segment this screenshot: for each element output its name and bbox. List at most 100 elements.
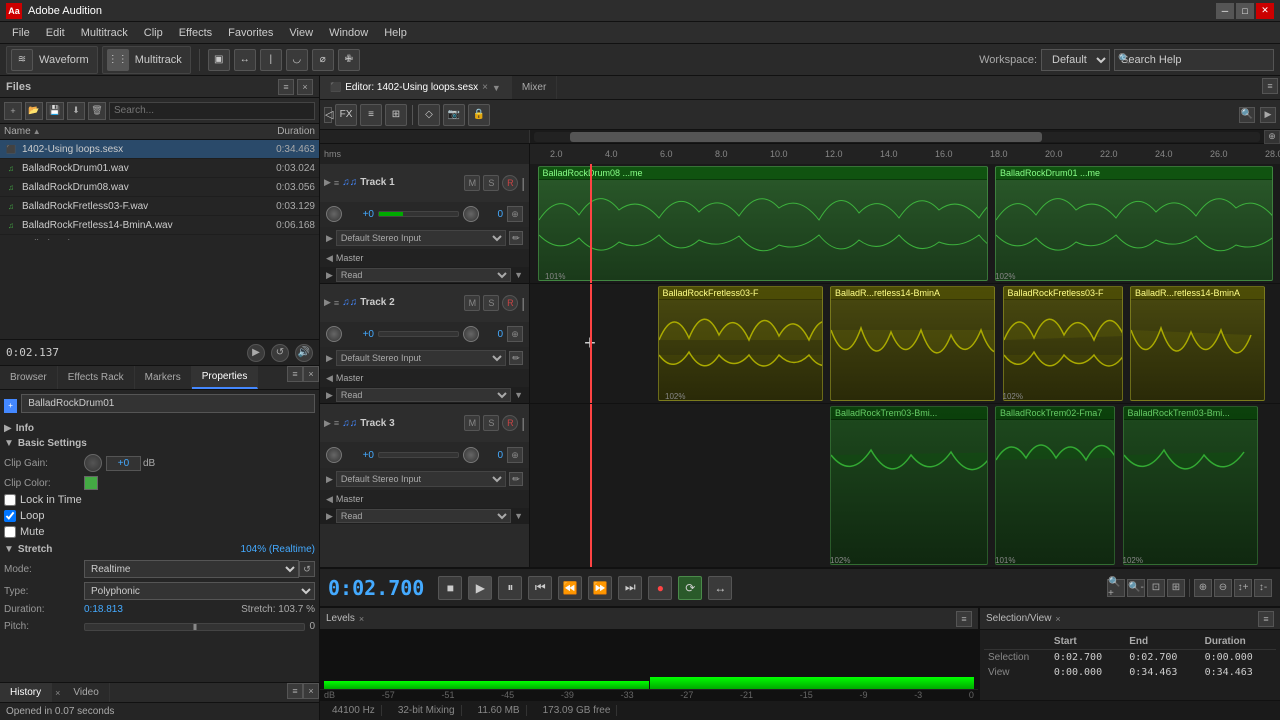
track3-fx-icon[interactable]: ≡	[334, 418, 339, 428]
tab-history[interactable]: History	[0, 683, 52, 702]
loop-toggle-btn[interactable]: ↔	[708, 576, 732, 600]
bottom-menu-btn[interactable]: ≡	[287, 683, 303, 699]
lock-in-time-checkbox[interactable]	[4, 494, 16, 506]
clip-gain-input[interactable]	[106, 456, 141, 471]
track1-vol-knob[interactable]	[326, 206, 342, 222]
multitrack-label[interactable]: Multitrack	[131, 54, 186, 66]
tab-browser[interactable]: Browser	[0, 366, 58, 389]
zoom-sel-btn[interactable]: ⊡	[1147, 579, 1165, 597]
track3-clip3[interactable]: BalladRockTrem03-Bmi...	[1123, 406, 1258, 565]
track3-mute-btn[interactable]: M	[464, 415, 480, 431]
track2-clip3[interactable]: BalladRockFretless03-F	[1003, 286, 1123, 401]
track3-arrow-icon[interactable]: ▶	[324, 418, 331, 429]
track1-arrow-icon[interactable]: ▶	[324, 177, 331, 188]
track1-out-arrow[interactable]: ◀	[326, 253, 333, 264]
pitch-slider[interactable]	[84, 623, 305, 631]
file-item-fretless03[interactable]: ♫ BalladRockFretless03-F.wav 0:03.129	[0, 197, 319, 216]
track1-clip1[interactable]: BalladRockDrum08 ...me	[538, 166, 988, 281]
timeline-lock-btn[interactable]: 🔒	[468, 104, 490, 126]
track3-io-btn[interactable]: ⊕	[507, 447, 523, 463]
minimize-button[interactable]: ─	[1216, 3, 1234, 19]
tool-move[interactable]: ✙	[338, 49, 360, 71]
mute-checkbox[interactable]	[4, 526, 16, 538]
props-menu-btn[interactable]: ≡	[287, 366, 303, 382]
tool-select[interactable]: ▣	[208, 49, 230, 71]
tab-video[interactable]: Video	[63, 683, 109, 702]
file-item-fretless14[interactable]: ♫ BalladRockFretless14-BminA.wav 0:06.16…	[0, 216, 319, 235]
prev-mark-btn[interactable]: ⏮	[528, 576, 552, 600]
file-item-drum08[interactable]: ♫ BalladRockDrum08.wav 0:03.056	[0, 178, 319, 197]
zoom-all-btn[interactable]: ⊕	[1264, 130, 1280, 144]
play-btn-small[interactable]: ▶	[247, 344, 265, 362]
track3-content[interactable]: BalladRockTrem03-Bmi... BalladRockTrem02…	[530, 404, 1280, 567]
menu-edit[interactable]: Edit	[38, 25, 73, 41]
maximize-button[interactable]: □	[1236, 3, 1254, 19]
track2-more-icon[interactable]: |	[521, 295, 525, 311]
track2-vol-knob[interactable]	[326, 326, 342, 342]
track2-read-arrow[interactable]: ▶	[326, 390, 333, 401]
files-menu-btn[interactable]: ≡	[278, 79, 294, 95]
loop-pb-btn[interactable]: ⟳	[678, 576, 702, 600]
search-input[interactable]	[1114, 49, 1274, 71]
scrollbar-thumb[interactable]	[570, 132, 1042, 142]
multitrack-icon[interactable]: ⋮⋮	[107, 49, 129, 71]
track1-more-icon[interactable]: |	[521, 175, 525, 191]
waveform-label[interactable]: Waveform	[35, 54, 93, 66]
tool-time[interactable]: ↔	[234, 49, 256, 71]
track3-read-down[interactable]: ▼	[514, 511, 523, 521]
track2-input-select[interactable]: Default Stereo Input	[336, 350, 506, 366]
track3-in-arrow[interactable]: ▶	[326, 474, 333, 485]
track3-read-select[interactable]: Read	[336, 509, 511, 523]
track3-out-arrow[interactable]: ◀	[326, 494, 333, 505]
track3-read-arrow[interactable]: ▶	[326, 511, 333, 522]
props-add-btn[interactable]: +	[4, 399, 17, 413]
levels-menu-btn[interactable]: ≡	[956, 611, 972, 627]
track2-io-btn[interactable]: ⊕	[507, 326, 523, 342]
track2-out-arrow[interactable]: ◀	[326, 373, 333, 384]
track2-clip2[interactable]: BalladR...retless14-BminA	[830, 286, 995, 401]
zoom-all-btn[interactable]: ⊞	[1167, 579, 1185, 597]
history-close[interactable]: ×	[52, 683, 63, 702]
menu-help[interactable]: Help	[376, 25, 415, 41]
track2-clip1[interactable]: BalladRockFretless03-F	[658, 286, 823, 401]
track1-read-arrow[interactable]: ▶	[326, 270, 333, 281]
zoom-h-out-btn[interactable]: ⊖	[1214, 579, 1232, 597]
editor-tab-mixer[interactable]: Mixer	[512, 76, 557, 99]
stretch-header[interactable]: ▼ Stretch 104% (Realtime)	[4, 544, 315, 555]
zoom-h-in-btn[interactable]: ⊕	[1194, 579, 1212, 597]
timeline-snapshot-btn[interactable]: 📷	[443, 104, 465, 126]
bottom-close-btn[interactable]: ×	[303, 683, 319, 699]
waveform-icon[interactable]: ≋	[11, 49, 33, 71]
track1-io-btn[interactable]: ⊕	[507, 206, 523, 222]
track3-vol-knob[interactable]	[326, 447, 342, 463]
window-controls[interactable]: ─ □ ✕	[1216, 3, 1274, 19]
tool-fade[interactable]: ◡	[286, 49, 308, 71]
track1-clip2[interactable]: BalladRockDrum01 ...me	[995, 166, 1273, 281]
timeline-clip-mute-btn[interactable]: ◇	[418, 104, 440, 126]
zoom-v-out-btn[interactable]: ↕-	[1254, 579, 1272, 597]
props-close-btn[interactable]: ×	[303, 366, 319, 382]
track3-solo-btn[interactable]: S	[483, 415, 499, 431]
track1-content[interactable]: BalladRockDrum08 ...me BalladRockDrum01 …	[530, 164, 1280, 283]
track1-read-select[interactable]: Read	[336, 268, 511, 282]
timeline-home-btn[interactable]: ◁	[324, 107, 332, 123]
timeline-ruler[interactable]: 2.0 4.0 6.0 8.0 10.0 12.0 14.0 16.0 18.0…	[530, 144, 1280, 164]
track1-input-select[interactable]: Default Stereo Input	[336, 230, 506, 246]
editor-panel-btn[interactable]: ≡	[1262, 78, 1278, 94]
track2-read-down[interactable]: ▼	[514, 390, 523, 400]
timeline-zoom-out[interactable]: 🔍	[1239, 107, 1255, 123]
file-item-session[interactable]: ⬛ 1402-Using loops.sesx 0:34.463	[0, 140, 319, 159]
panel-expand-btn[interactable]: ▶	[1260, 107, 1276, 123]
fast-forward-btn[interactable]: ⏩	[588, 576, 612, 600]
tab-down-icon[interactable]: ▼	[492, 83, 501, 93]
file-save-btn[interactable]: 💾	[46, 102, 64, 120]
track1-rec-btn[interactable]: R	[502, 175, 518, 191]
selection-menu-btn[interactable]: ≡	[1258, 611, 1274, 627]
track2-pan-knob[interactable]	[463, 326, 479, 342]
track2-rec-btn[interactable]: R	[502, 295, 518, 311]
clip-gain-knob[interactable]	[84, 454, 102, 472]
rec-btn[interactable]: ●	[648, 576, 672, 600]
track3-clip1[interactable]: BalladRockTrem03-Bmi...	[830, 406, 988, 565]
play-btn[interactable]: ▶	[468, 576, 492, 600]
track3-input-select[interactable]: Default Stereo Input	[336, 471, 506, 487]
